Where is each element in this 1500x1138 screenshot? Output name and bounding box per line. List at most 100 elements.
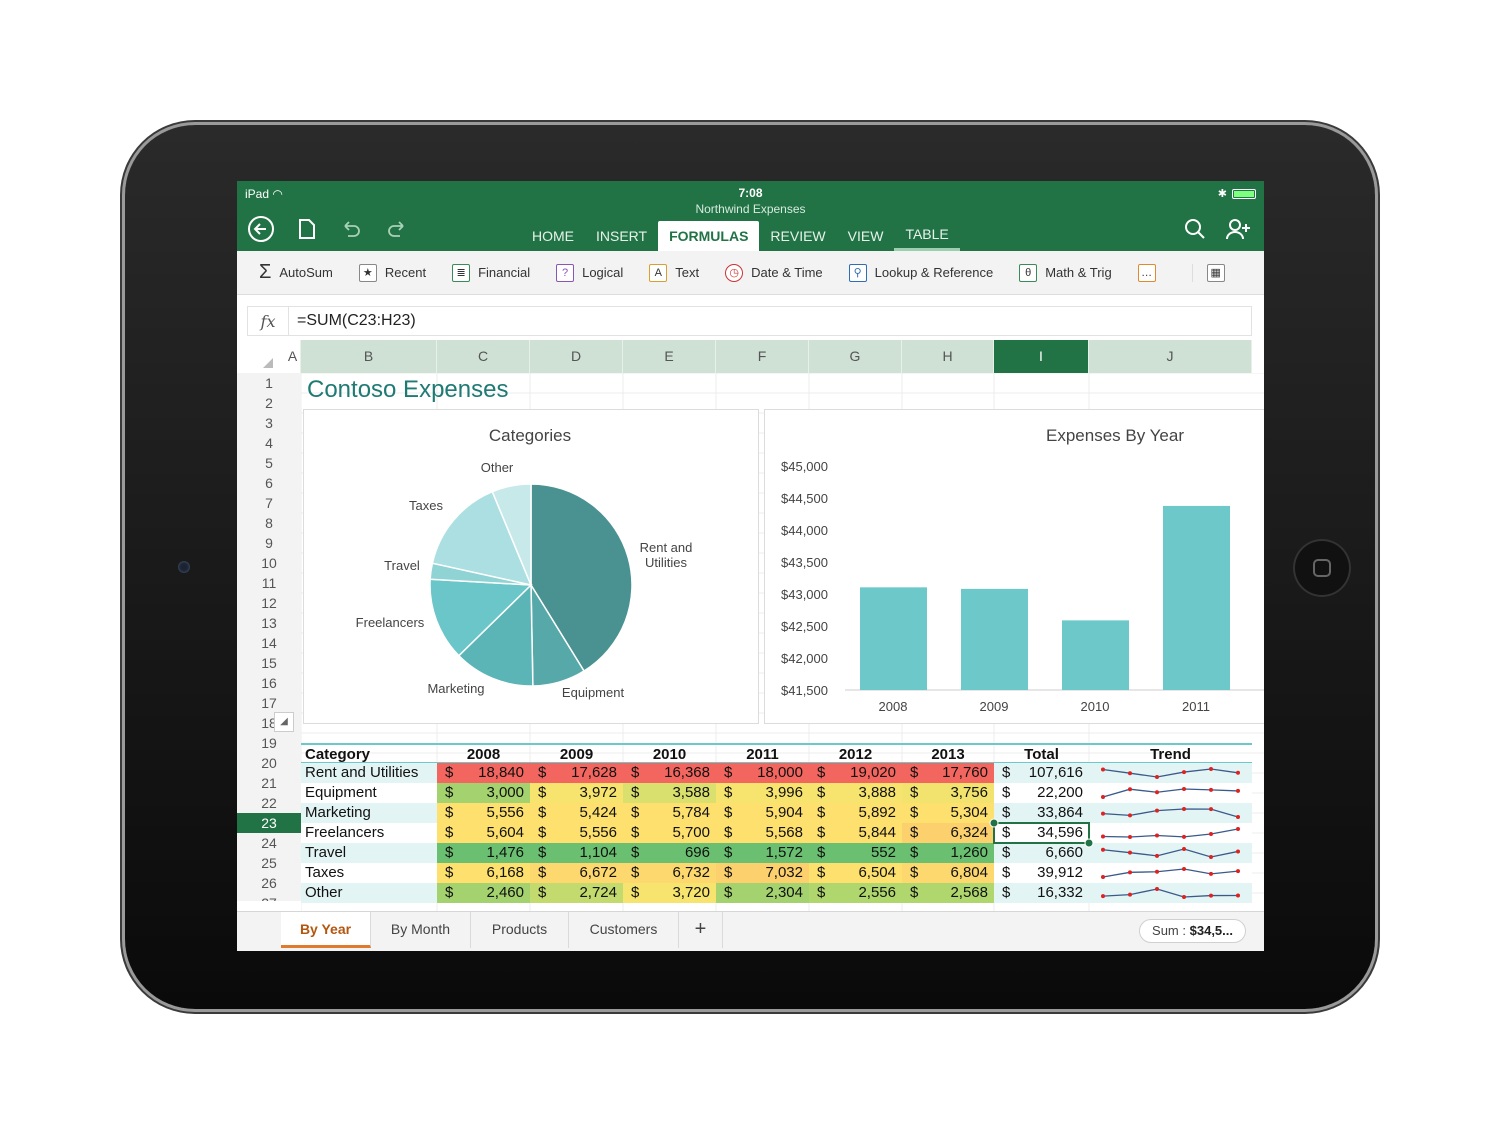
column-header-j[interactable]: J [1089, 340, 1252, 373]
total-cell[interactable]: $107,616 [994, 763, 1089, 783]
row-header-13[interactable]: 13 [237, 613, 301, 633]
value-cell[interactable]: $2,304 [716, 883, 809, 903]
column-header-d[interactable]: D [530, 340, 623, 373]
row-header-1[interactable]: 1 [237, 373, 301, 393]
table-header-cell[interactable]: 2008 [437, 745, 530, 765]
back-icon[interactable] [247, 215, 275, 243]
value-cell[interactable]: $2,460 [437, 883, 530, 903]
row-header-9[interactable]: 9 [237, 533, 301, 553]
more-functions-button[interactable]: … [1137, 263, 1156, 282]
value-cell[interactable]: $6,672 [530, 863, 623, 883]
value-cell[interactable]: $3,888 [809, 783, 902, 803]
row-header-12[interactable]: 12 [237, 593, 301, 613]
table-header-cell[interactable]: 2010 [623, 745, 716, 765]
undo-icon[interactable] [337, 215, 365, 243]
recent-button[interactable]: ★ Recent [358, 263, 426, 282]
value-cell[interactable]: $5,892 [809, 803, 902, 823]
row-header-15[interactable]: 15 [237, 653, 301, 673]
row-header-23[interactable]: 23 [237, 813, 301, 833]
formula-bar[interactable]: fx =SUM(C23:H23) [247, 306, 1252, 336]
row-header-8[interactable]: 8 [237, 513, 301, 533]
row-header-17[interactable]: 17 [237, 693, 301, 713]
row-header-2[interactable]: 2 [237, 393, 301, 413]
row-header-19[interactable]: 19 [237, 733, 301, 753]
trend-sparkline[interactable] [1089, 803, 1252, 823]
value-cell[interactable]: $5,700 [623, 823, 716, 843]
column-header-a[interactable]: A [285, 340, 301, 373]
value-cell[interactable]: $1,260 [902, 843, 994, 863]
share-user-icon[interactable] [1225, 215, 1253, 243]
column-header-i[interactable]: I [994, 340, 1089, 373]
search-icon[interactable] [1181, 215, 1209, 243]
math-trig-button[interactable]: θ Math & Trig [1019, 263, 1112, 282]
column-header-h[interactable]: H [902, 340, 994, 373]
total-cell[interactable]: $22,200 [994, 783, 1089, 803]
row-header-24[interactable]: 24 [237, 833, 301, 853]
status-sum[interactable]: Sum : $34,5... [1139, 919, 1246, 943]
autosum-button[interactable]: Σ AutoSum [259, 261, 333, 284]
lookup-reference-button[interactable]: ⚲ Lookup & Reference [848, 263, 993, 282]
total-cell[interactable]: $16,332 [994, 883, 1089, 903]
column-header-e[interactable]: E [623, 340, 716, 373]
category-cell[interactable]: Travel [301, 843, 437, 863]
category-cell[interactable]: Other [301, 883, 437, 903]
row-header-25[interactable]: 25 [237, 853, 301, 873]
value-cell[interactable]: $3,000 [437, 783, 530, 803]
total-cell[interactable]: $6,660 [994, 843, 1089, 863]
row-header-4[interactable]: 4 [237, 433, 301, 453]
value-cell[interactable]: $1,104 [530, 843, 623, 863]
table-header-cell[interactable]: 2009 [530, 745, 623, 765]
tab-view[interactable]: VIEW [837, 221, 895, 251]
row-header-6[interactable]: 6 [237, 473, 301, 493]
value-cell[interactable]: $5,904 [716, 803, 809, 823]
value-cell[interactable]: $17,760 [902, 763, 994, 783]
calculate-button[interactable]: ▦ [1191, 263, 1225, 282]
financial-button[interactable]: ≣ Financial [452, 263, 530, 282]
logical-button[interactable]: ? Logical [556, 263, 623, 282]
value-cell[interactable]: $5,784 [623, 803, 716, 823]
row-header-5[interactable]: 5 [237, 453, 301, 473]
trend-sparkline[interactable] [1089, 763, 1252, 783]
row-header-21[interactable]: 21 [237, 773, 301, 793]
value-cell[interactable]: $19,020 [809, 763, 902, 783]
add-sheet-button[interactable]: + [679, 912, 723, 948]
date-time-button[interactable]: ◷ Date & Time [725, 263, 823, 282]
redo-icon[interactable] [383, 215, 411, 243]
trend-sparkline[interactable] [1089, 883, 1252, 903]
column-header-b[interactable]: B [301, 340, 437, 373]
category-cell[interactable]: Freelancers [301, 823, 437, 843]
category-cell[interactable]: Equipment [301, 783, 437, 803]
value-cell[interactable]: $5,556 [437, 803, 530, 823]
table-header-cell[interactable]: 2013 [902, 745, 994, 765]
trend-sparkline[interactable] [1089, 823, 1252, 843]
value-cell[interactable]: $5,424 [530, 803, 623, 823]
trend-sparkline[interactable] [1089, 863, 1252, 883]
category-cell[interactable]: Marketing [301, 803, 437, 823]
row-header-22[interactable]: 22 [237, 793, 301, 813]
tab-home[interactable]: HOME [521, 221, 585, 251]
column-header-f[interactable]: F [716, 340, 809, 373]
row-header-11[interactable]: 11 [237, 573, 301, 593]
value-cell[interactable]: $3,996 [716, 783, 809, 803]
value-cell[interactable]: $1,572 [716, 843, 809, 863]
table-header-cell[interactable]: Category [301, 745, 437, 765]
total-cell[interactable]: $34,596 [994, 823, 1089, 843]
row-header-7[interactable]: 7 [237, 493, 301, 513]
value-cell[interactable]: $552 [809, 843, 902, 863]
row-header-27[interactable]: 27 [237, 893, 301, 901]
value-cell[interactable]: $5,568 [716, 823, 809, 843]
value-cell[interactable]: $696 [623, 843, 716, 863]
collapse-icon[interactable]: ◢ [274, 712, 294, 732]
row-header-26[interactable]: 26 [237, 873, 301, 893]
value-cell[interactable]: $6,732 [623, 863, 716, 883]
value-cell[interactable]: $2,568 [902, 883, 994, 903]
table-header-cell[interactable]: Total [994, 745, 1089, 765]
row-header-3[interactable]: 3 [237, 413, 301, 433]
total-cell[interactable]: $33,864 [994, 803, 1089, 823]
table-header-cell[interactable]: 2011 [716, 745, 809, 765]
value-cell[interactable]: $5,304 [902, 803, 994, 823]
value-cell[interactable]: $6,168 [437, 863, 530, 883]
value-cell[interactable]: $6,804 [902, 863, 994, 883]
value-cell[interactable]: $6,504 [809, 863, 902, 883]
column-header-c[interactable]: C [437, 340, 530, 373]
